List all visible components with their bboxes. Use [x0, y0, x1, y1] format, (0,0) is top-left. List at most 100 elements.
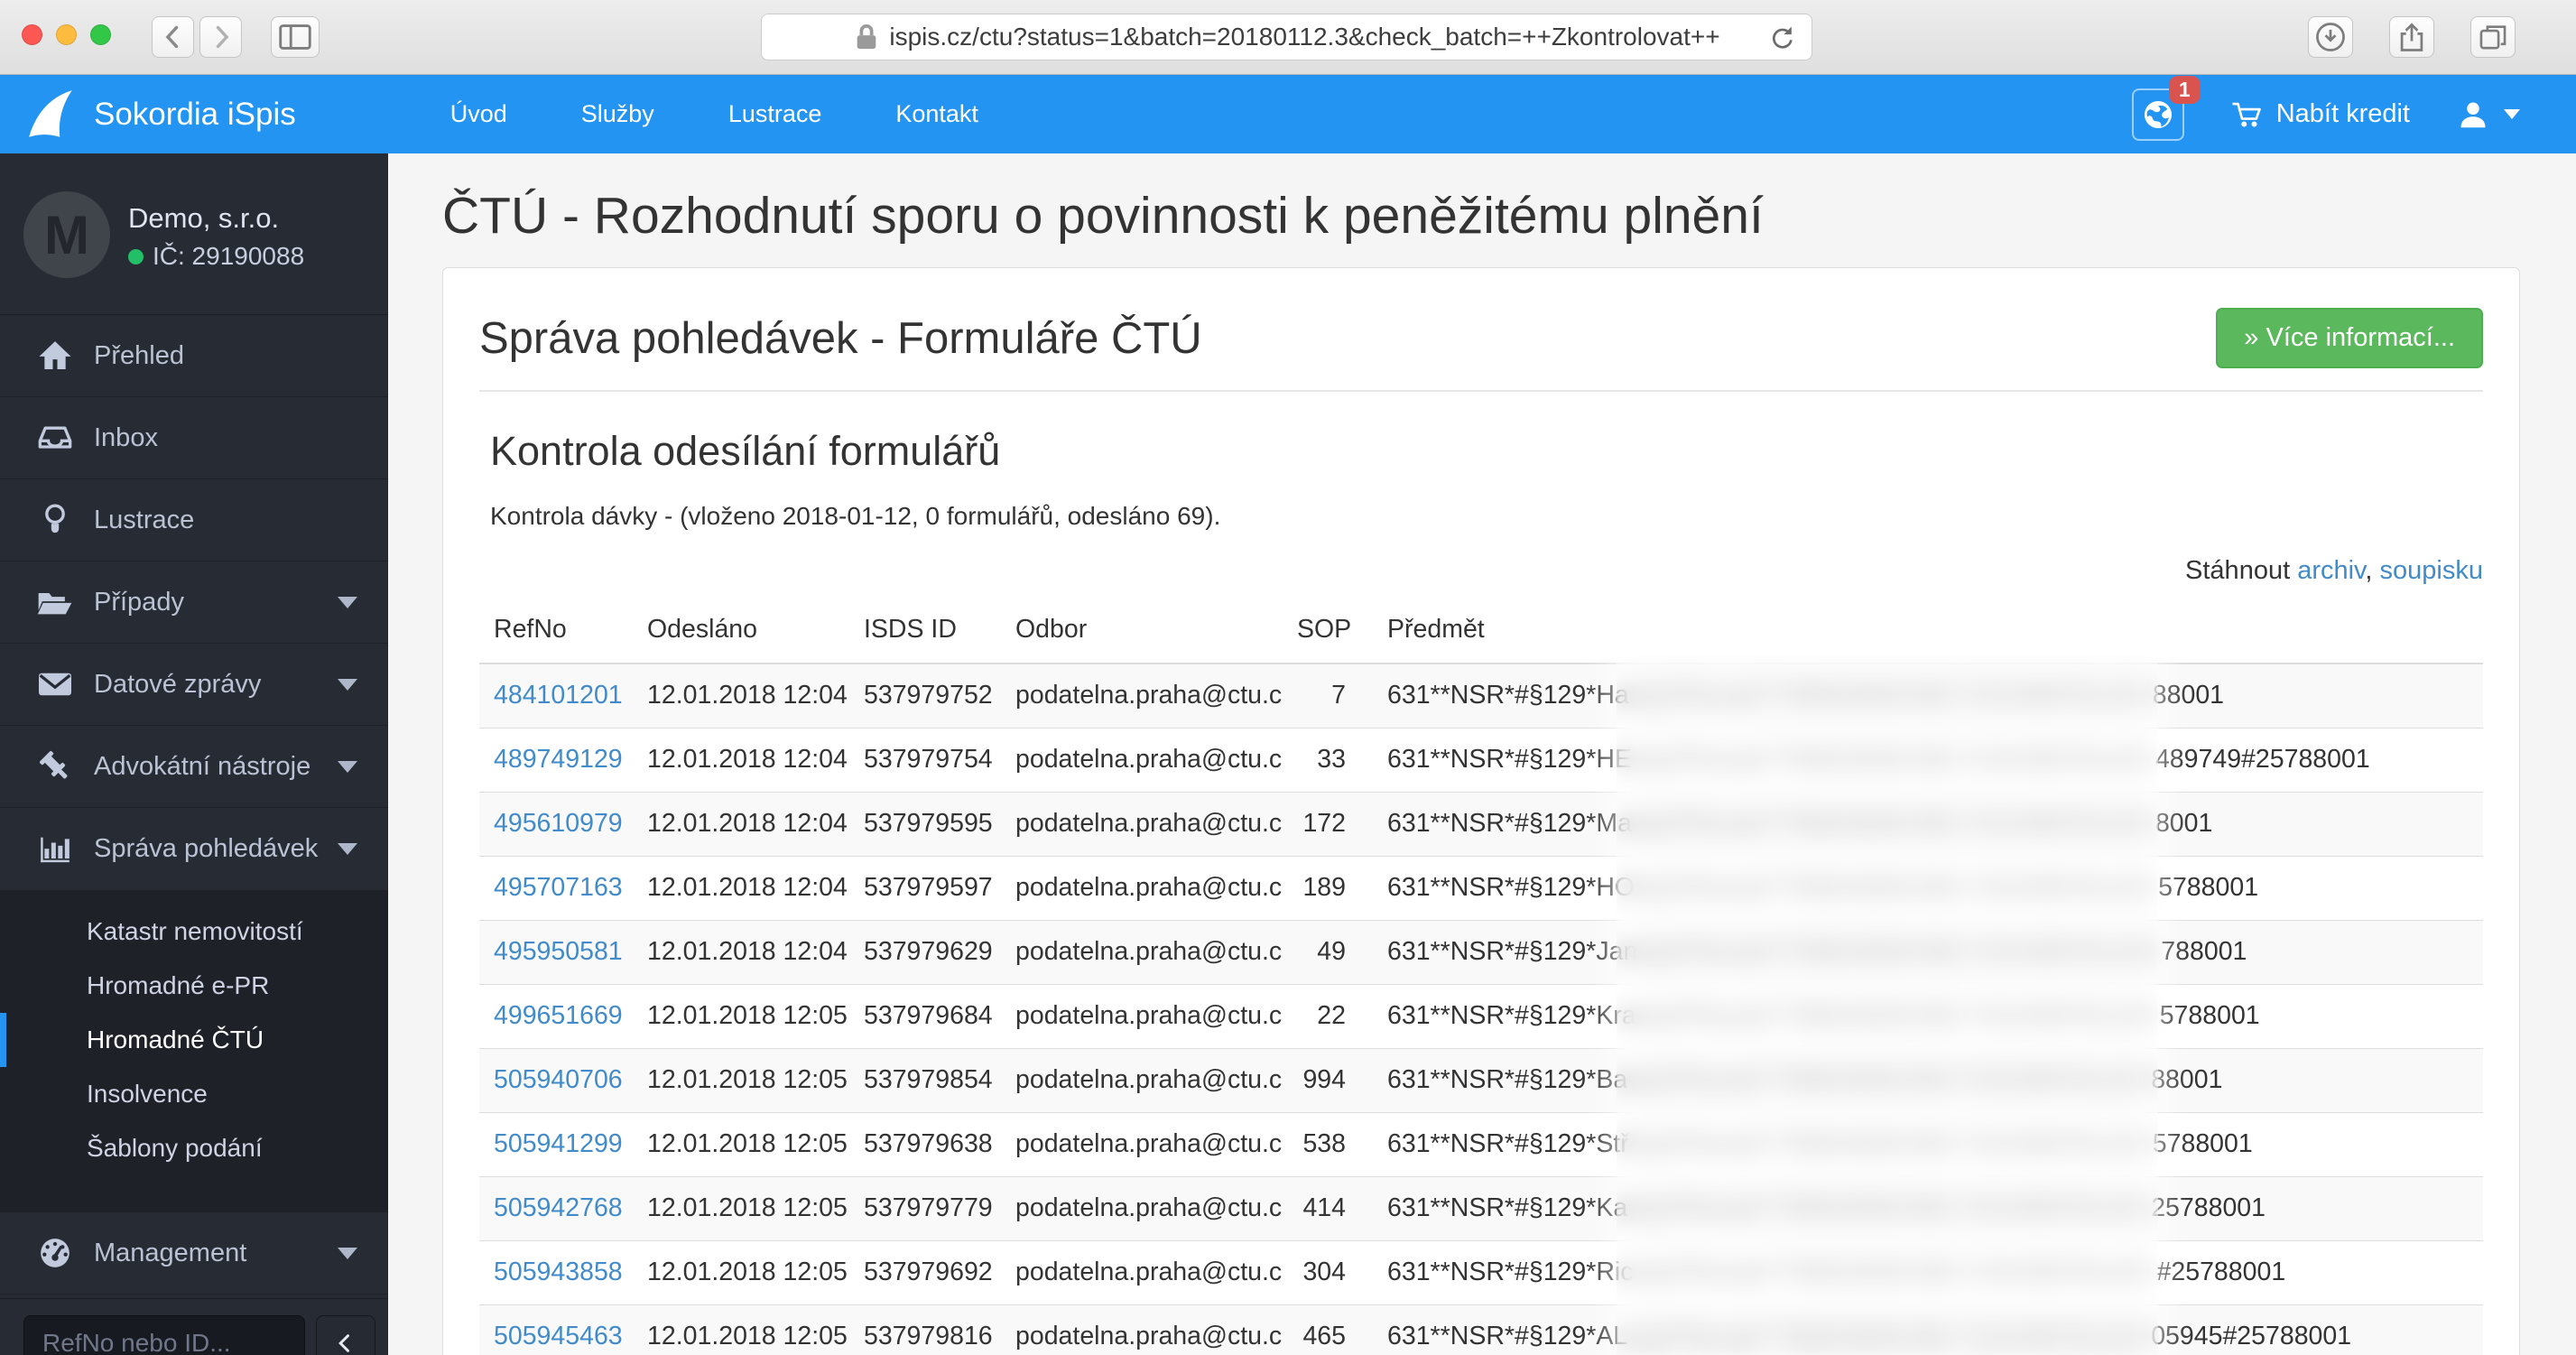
cell-sop: 7	[1331, 681, 1346, 710]
top-navbar: Sokordia iSpis Úvod Služby Lustrace Kont…	[0, 75, 2576, 153]
cell-odbor: podatelna.praha@ctu.cz	[1015, 681, 1283, 710]
sidebar-item-prehled[interactable]: Přehled	[0, 315, 388, 397]
cell-odbor: podatelna.praha@ctu.cz	[1015, 1193, 1283, 1222]
sail-logo-icon	[23, 87, 79, 143]
redacted-text: akyPNovak7735815628.063.7101456761x25	[1628, 681, 2145, 710]
refno-search-input[interactable]	[23, 1315, 305, 1355]
submenu-item-katastr[interactable]: Katastr nemovitostí	[0, 905, 388, 959]
cell-sent: 12.01.2018 12:04	[647, 937, 848, 966]
inbox-icon	[34, 420, 76, 456]
cell-subject: 631**NSR*#§129*HaakyPNovak7735815628.063…	[1387, 681, 2225, 710]
download-list-link[interactable]: soupisku	[2380, 556, 2483, 585]
refno-link[interactable]: 505945463	[494, 1322, 623, 1350]
back-button[interactable]	[152, 16, 194, 58]
lightbulb-icon	[34, 502, 76, 538]
nav-item-kontakt[interactable]: Kontakt	[858, 100, 1015, 128]
caret-down-icon	[338, 1247, 357, 1259]
cell-subject: 631**NSR*#§129*HOakyPNovak7735815628.063…	[1387, 873, 2259, 902]
submenu-item-insolvence[interactable]: Insolvence	[0, 1067, 388, 1121]
reload-icon[interactable]	[1766, 23, 1797, 53]
table-row: 484101201 12.01.2018 12:04 537979752 pod…	[479, 664, 2483, 728]
refno-link[interactable]: 505943858	[494, 1258, 623, 1286]
cell-sop: 49	[1317, 937, 1346, 966]
redacted-text: akyPNovak7735815628.063.7101456761x25	[1633, 1258, 2149, 1286]
cell-isds: 537979684	[864, 1001, 993, 1030]
traffic-lights	[22, 24, 111, 45]
downloads-button[interactable]	[2308, 16, 2353, 58]
sidebar-item-lustrace[interactable]: Lustrace	[0, 479, 388, 561]
chevron-left-icon	[332, 1330, 359, 1355]
panel-title: Správa pohledávek - Formuláře ČTÚ	[479, 313, 1202, 363]
brand[interactable]: Sokordia iSpis	[23, 87, 296, 143]
sidebar-item-advokatni-nastroje[interactable]: Advokátní nástroje	[0, 726, 388, 808]
submenu-item-hromadne-epr[interactable]: Hromadné e-PR	[0, 959, 388, 1013]
download-archive-link[interactable]: archiv	[2297, 556, 2365, 585]
profile-card: M Demo, s.r.o. IČ: 29190088	[0, 153, 388, 315]
nav-item-sluzby[interactable]: Služby	[544, 100, 691, 128]
language-globe-button[interactable]: 1	[2131, 75, 2201, 141]
cell-sent: 12.01.2018 12:05	[647, 1258, 848, 1286]
nav-item-lustrace[interactable]: Lustrace	[691, 100, 859, 128]
minimize-window-button[interactable]	[56, 24, 77, 45]
redacted-text: akyPNovak7735815628.063.7101456761x25	[1627, 1322, 2143, 1350]
cell-sop: 304	[1302, 1258, 1346, 1286]
cell-sop: 33	[1317, 745, 1346, 774]
refno-link[interactable]: 484101201	[494, 681, 623, 710]
bar-chart-icon	[34, 831, 76, 868]
col-predmet: Předmět	[1355, 606, 2483, 664]
col-odbor: Odbor	[1001, 606, 1283, 664]
cell-odbor: podatelna.praha@ctu.cz	[1015, 809, 1283, 838]
fullscreen-window-button[interactable]	[90, 24, 111, 45]
sidebar-toggle-icon	[275, 17, 315, 57]
col-odeslano: Odesláno	[633, 606, 849, 664]
sidebar-item-sprava-pohledavek[interactable]: Správa pohledávek	[0, 808, 388, 890]
sidebar-item-datove-zpravy[interactable]: Datové zprávy	[0, 644, 388, 726]
more-info-button[interactable]: » Více informací...	[2216, 308, 2483, 368]
redacted-text: akyPNovak7735815628.063.7101456761x25	[1635, 873, 2150, 902]
refno-link[interactable]: 495707163	[494, 873, 623, 902]
page-title: ČTÚ - Rozhodnutí sporu o povinnosti k pe…	[442, 187, 1764, 245]
refno-link[interactable]: 499651669	[494, 1001, 623, 1030]
sidebar-item-management[interactable]: Management	[0, 1212, 388, 1295]
refno-link[interactable]: 505940706	[494, 1065, 623, 1094]
sidebar-toggle-button[interactable]	[271, 16, 320, 58]
nav-item-uvod[interactable]: Úvod	[413, 100, 544, 128]
cell-subject: 631**NSR*#§129*KraakyPNovak7735815628.06…	[1387, 1001, 2260, 1030]
cell-isds: 537979779	[864, 1193, 993, 1222]
tabs-overview-button[interactable]	[2470, 16, 2516, 58]
sidebar-item-inbox[interactable]: Inbox	[0, 397, 388, 479]
submenu-item-hromadne-ctu[interactable]: Hromadné ČTÚ	[0, 1013, 388, 1067]
submenu-item-sablony-podani[interactable]: Šablony podání	[0, 1121, 388, 1175]
cell-subject: 631**NSR*#§129*StřakyPNovak7735815628.06…	[1387, 1129, 2253, 1158]
sidebar-collapse-button[interactable]	[316, 1315, 375, 1355]
table-row: 505941299 12.01.2018 12:05 537979638 pod…	[479, 1112, 2483, 1176]
refno-link[interactable]: 495610979	[494, 809, 623, 838]
sidebar-item-pripady[interactable]: Případy	[0, 561, 388, 644]
globe-icon	[2141, 97, 2175, 132]
share-button[interactable]	[2389, 16, 2434, 58]
cell-odbor: podatelna.praha@ctu.cz	[1015, 937, 1283, 966]
url-bar[interactable]: ispis.cz/ctu?status=1&batch=20180112.3&c…	[761, 14, 1812, 60]
refno-link[interactable]: 495950581	[494, 937, 623, 966]
redacted-text: akyPNovak7735815628.063.7101456761x25	[1637, 937, 2153, 966]
cell-subject: 631**NSR*#§129*KaakyPNovak7735815628.063…	[1387, 1193, 2266, 1222]
refno-link[interactable]: 505942768	[494, 1193, 623, 1222]
topnav-menu: Úvod Služby Lustrace Kontakt	[413, 100, 1015, 128]
sidebar-search	[0, 1298, 388, 1355]
topnav-right: 1 Nabít kredit	[2131, 75, 2520, 141]
brand-title: Sokordia iSpis	[94, 96, 296, 132]
caret-down-icon	[338, 760, 357, 773]
user-menu[interactable]	[2457, 98, 2520, 131]
cell-isds: 537979638	[864, 1129, 993, 1158]
forward-button[interactable]	[199, 16, 242, 58]
cell-subject: 631**NSR*#§129*BaakyPNovak7735815628.063…	[1387, 1065, 2223, 1094]
refno-link[interactable]: 505941299	[494, 1129, 623, 1158]
cell-sent: 12.01.2018 12:04	[647, 873, 848, 902]
table-row: 489749129 12.01.2018 12:04 537979754 pod…	[479, 728, 2483, 792]
cell-sop: 172	[1302, 809, 1346, 838]
cell-odbor: podatelna.praha@ctu.cz	[1015, 1322, 1283, 1350]
refno-link[interactable]: 489749129	[494, 745, 623, 774]
sidebar: M Demo, s.r.o. IČ: 29190088 Přehled Inbo…	[0, 153, 388, 1355]
credit-button[interactable]: Nabít kredit	[2231, 98, 2410, 131]
close-window-button[interactable]	[22, 24, 42, 45]
